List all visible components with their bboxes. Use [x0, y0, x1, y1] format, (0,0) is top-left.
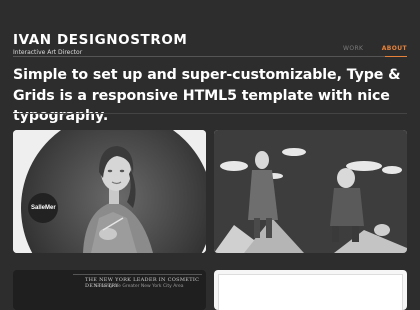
section-divider [13, 113, 407, 114]
portfolio-tile-illustration[interactable] [214, 130, 407, 253]
nav-item-work[interactable]: WORK [343, 45, 363, 52]
dentistry-rule [73, 274, 202, 275]
dentistry-subtitle: Serving the Greater New York City Area [95, 284, 184, 289]
light-tile-frame [218, 274, 403, 310]
illustration-image [214, 130, 407, 253]
portfolio-tile-dentistry[interactable]: THE NEW YORK LEADER IN COSMETIC DENTISTR… [13, 270, 206, 310]
sallemer-badge: SalleMer [31, 205, 56, 211]
header-rule [13, 56, 407, 57]
main-nav: WORK ABOUT [327, 45, 407, 52]
page-headline: Simple to set up and super-customizable,… [13, 67, 401, 124]
nav-item-about[interactable]: ABOUT [382, 45, 407, 52]
portfolio-tile-light[interactable] [214, 270, 407, 310]
portrait-image [13, 130, 206, 253]
portfolio-tile-portrait[interactable]: SalleMer [13, 130, 206, 253]
active-nav-indicator [385, 56, 407, 57]
